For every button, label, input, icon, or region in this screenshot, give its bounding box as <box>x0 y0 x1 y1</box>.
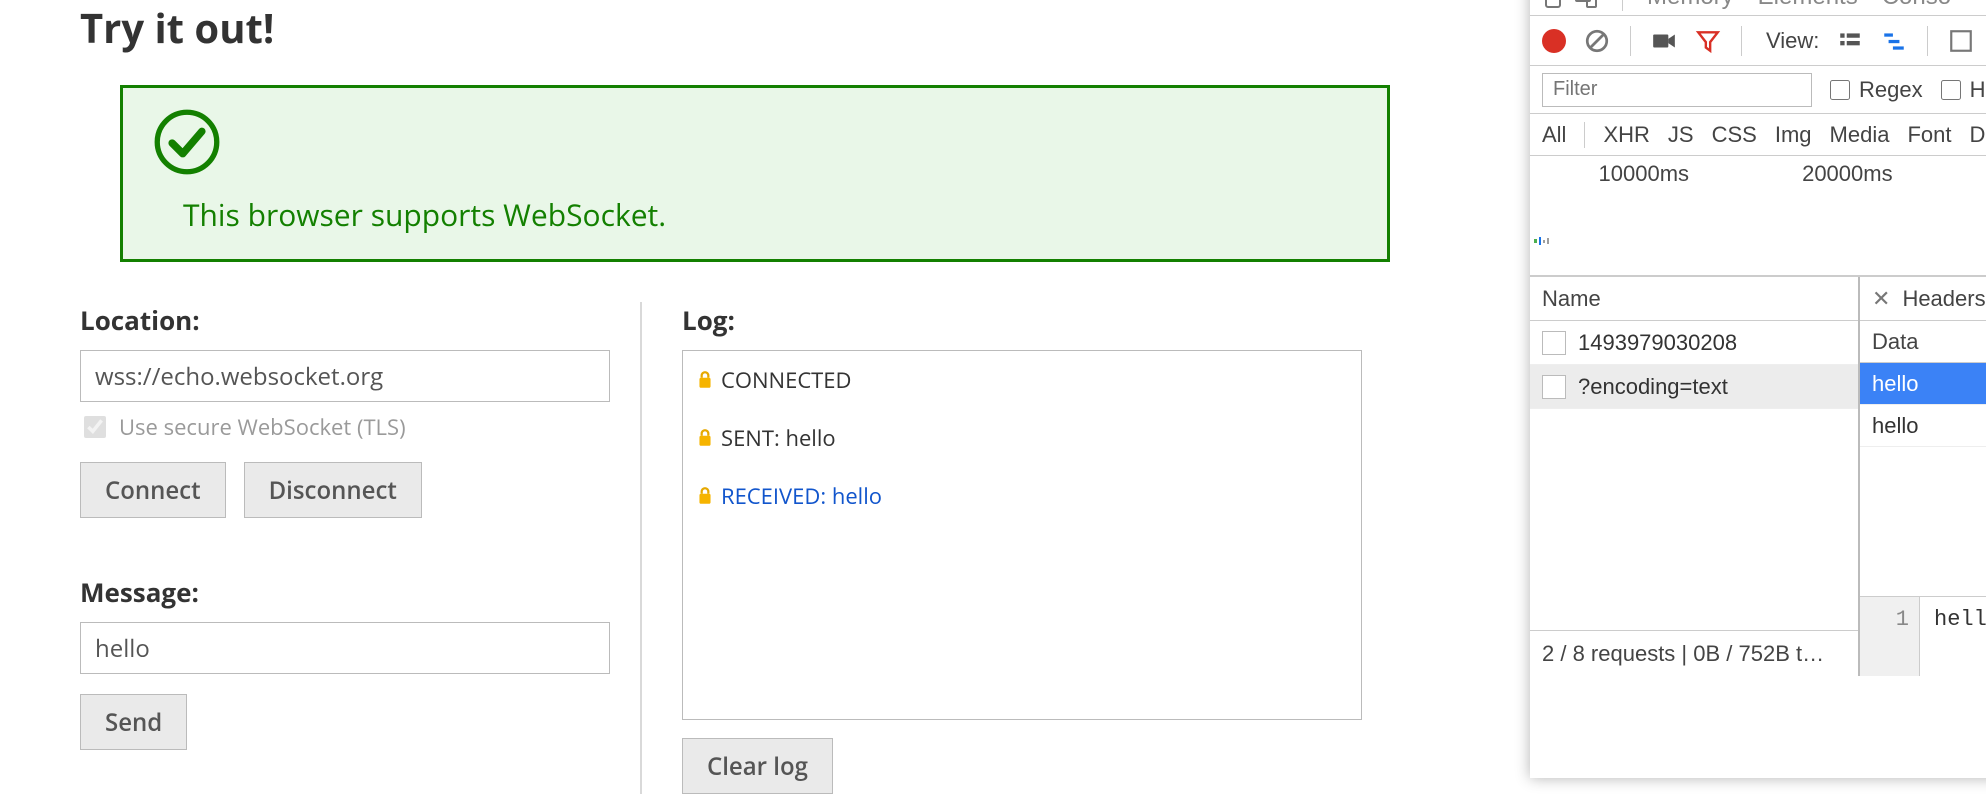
request-name: ?encoding=text <box>1578 374 1728 400</box>
location-input[interactable] <box>80 350 610 402</box>
timeline-tick: 10000ms <box>1599 161 1690 187</box>
type-filter-doc[interactable]: Do <box>1969 122 1986 148</box>
requests-status: 2 / 8 requests | 0B / 752B t… <box>1530 630 1858 676</box>
frames-tab-headers[interactable]: Headers <box>1902 286 1985 312</box>
devtools-tab-console[interactable]: Conso <box>1882 0 1951 11</box>
frame-row[interactable]: hello <box>1860 363 1986 405</box>
connect-button[interactable]: Connect <box>80 462 226 518</box>
message-input[interactable] <box>80 622 610 674</box>
log-text: SENT: hello <box>721 423 836 453</box>
devtools-tab-elements[interactable]: Elements <box>1758 0 1858 11</box>
type-filter-css[interactable]: CSS <box>1712 122 1757 148</box>
request-type-icon <box>1542 375 1566 399</box>
request-type-icon <box>1542 331 1566 355</box>
request-row[interactable]: 1493979030208 <box>1530 321 1858 365</box>
log-text: CONNECTED <box>721 365 852 395</box>
devtools-tab-memory[interactable]: Memory <box>1647 0 1734 11</box>
timeline-tick: 20000ms <box>1802 161 1893 187</box>
location-label: Location: <box>80 302 600 338</box>
clear-icon[interactable] <box>1584 28 1610 54</box>
type-filter-img[interactable]: Img <box>1775 122 1812 148</box>
log-entry: RECEIVED: hello <box>697 481 1347 511</box>
regex-checkbox[interactable]: Regex <box>1826 77 1923 103</box>
page-title: Try it out! <box>80 0 1500 55</box>
list-view-icon[interactable] <box>1837 28 1863 54</box>
disconnect-button[interactable]: Disconnect <box>244 462 422 518</box>
log-label: Log: <box>682 302 1360 338</box>
devtools-panel: Memory Elements Conso View: Regex Hid Al… <box>1530 0 1986 778</box>
record-icon[interactable] <box>1542 29 1566 53</box>
type-filters: All XHR JS CSS Img Media Font Do <box>1530 114 1986 156</box>
inspect-icon[interactable] <box>1538 0 1562 9</box>
checkmark-icon <box>153 108 221 176</box>
hide-checkbox[interactable]: Hid <box>1937 77 1986 103</box>
frame-detail: 1 hello <box>1860 596 1986 676</box>
request-row[interactable]: ?encoding=text <box>1530 365 1858 409</box>
type-filter-font[interactable]: Font <box>1907 122 1951 148</box>
clear-log-button[interactable]: Clear log <box>682 738 833 794</box>
type-filter-all[interactable]: All <box>1542 122 1566 148</box>
support-banner: This browser supports WebSocket. <box>120 85 1390 262</box>
lock-icon <box>697 370 713 390</box>
type-filter-xhr[interactable]: XHR <box>1603 122 1649 148</box>
requests-header: Name <box>1530 277 1858 321</box>
frames-data-header: Data <box>1860 321 1986 363</box>
log-entry: SENT: hello <box>697 423 1347 453</box>
support-message: This browser supports WebSocket. <box>183 194 1357 235</box>
log-text: RECEIVED: hello <box>721 481 882 511</box>
type-filter-js[interactable]: JS <box>1668 122 1694 148</box>
requests-name-column: Name <box>1542 286 1601 312</box>
group-frame-icon[interactable] <box>1948 28 1974 54</box>
waterfall-view-icon[interactable] <box>1881 28 1907 54</box>
hide-label: Hid <box>1970 77 1986 103</box>
device-toggle-icon[interactable] <box>1574 0 1598 9</box>
network-timeline[interactable]: 10000ms 20000ms 30000ms 4 <box>1530 156 1986 276</box>
frame-content: hello <box>1920 597 1986 676</box>
network-filter-input[interactable] <box>1542 73 1812 107</box>
regex-label: Regex <box>1859 77 1923 103</box>
close-icon[interactable]: ✕ <box>1872 286 1890 312</box>
view-label: View: <box>1766 28 1819 54</box>
log-entry: CONNECTED <box>697 365 1347 395</box>
frame-row[interactable]: hello <box>1860 405 1986 447</box>
tls-checkbox[interactable] <box>84 416 106 438</box>
tls-label: Use secure WebSocket (TLS) <box>119 412 406 442</box>
line-number: 1 <box>1860 597 1920 676</box>
message-label: Message: <box>80 574 600 610</box>
lock-icon <box>697 486 713 506</box>
send-button[interactable]: Send <box>80 694 187 750</box>
camera-icon[interactable] <box>1651 28 1677 54</box>
log-box: CONNECTED SENT: hello RECEIVED: hello <box>682 350 1362 720</box>
timeline-activity-icon <box>1534 237 1564 245</box>
type-filter-media[interactable]: Media <box>1830 122 1890 148</box>
request-name: 1493979030208 <box>1578 330 1737 356</box>
lock-icon <box>697 428 713 448</box>
filter-icon[interactable] <box>1695 28 1721 54</box>
